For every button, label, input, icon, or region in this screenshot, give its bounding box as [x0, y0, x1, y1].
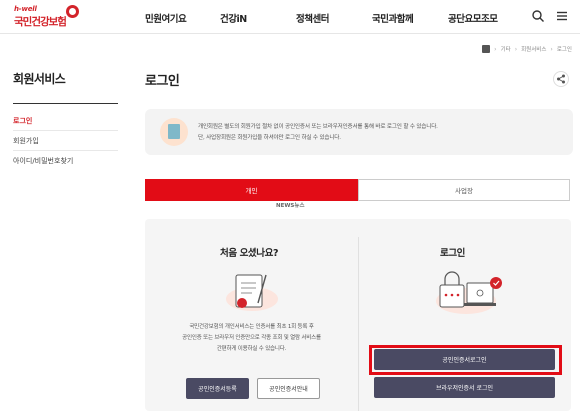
cert-register-button[interactable]: 공인인증서등록	[186, 378, 249, 399]
nav-item-civil[interactable]: 민원여기요	[145, 11, 187, 25]
login-heading: 로그인	[440, 248, 466, 259]
building-icon	[160, 118, 188, 146]
first-visit-desc-1: 국민건강보험의 개인서비스는 인증서를 최초 1회 등록 후	[189, 324, 314, 330]
login-card: 처음 오셨나요? 국민건강보험의 개인서비스는 인증서를 최초 1회 등록 후 …	[145, 219, 571, 411]
sidebar-item-login[interactable]: 로그인	[13, 116, 32, 126]
nav-item-about[interactable]: 공단요모조모	[448, 11, 498, 25]
first-visit-heading: 처음 오셨나요?	[220, 248, 279, 259]
crumb-etc[interactable]: 기타	[501, 45, 511, 53]
sidebar-title: 회원서비스	[13, 72, 66, 86]
crumb-member[interactable]: 회원서비스	[521, 45, 546, 53]
sidebar-divider	[13, 150, 118, 151]
breadcrumb: › 기타 › 회원서비스 › 로그인	[482, 43, 572, 55]
share-icon[interactable]	[553, 71, 569, 87]
page-title: 로그인	[145, 74, 180, 89]
nav-item-together[interactable]: 국민과함께	[372, 11, 414, 25]
browser-cert-login-button[interactable]: 브라우저인증서 로그인	[374, 377, 555, 398]
tab-personal[interactable]: 개인	[145, 179, 358, 201]
certificate-icon	[222, 269, 282, 313]
sidebar-divider	[13, 130, 118, 131]
card-divider	[358, 237, 359, 411]
crumb-separator: ›	[550, 45, 553, 53]
search-icon[interactable]	[531, 9, 545, 23]
nav-item-health[interactable]: 건강iN	[220, 11, 247, 25]
first-visit-desc-3: 간편하게 이용하실 수 있습니다.	[216, 346, 287, 352]
crumb-separator: ›	[494, 45, 497, 53]
highlight-box	[369, 345, 562, 375]
notice-text-2: 단, 사업장회원은 회원가입을 하셔야만 로그인 하실 수 있습니다.	[198, 135, 341, 141]
home-icon[interactable]	[482, 45, 491, 53]
notice-text-1: 개인회원은 별도의 회원가입 절차 없이 공인인증서 또는 브라우저인증서를 통…	[198, 124, 438, 130]
nav-item-policy[interactable]: 정책센터	[296, 11, 329, 25]
sidebar-item-signup[interactable]: 회원가입	[13, 136, 39, 146]
cert-guide-button[interactable]: 공인인증서안내	[257, 378, 320, 399]
site-logo[interactable]: h-well 국민건강보험	[14, 5, 84, 29]
crumb-separator: ›	[514, 45, 518, 53]
sidebar-item-find-account[interactable]: 아이디/비밀번호찾기	[13, 156, 73, 166]
menu-icon[interactable]	[555, 9, 569, 23]
site-header: h-well 국민건강보험 민원여기요 건강iN 정책센터 국민과함께 공단요모…	[0, 0, 580, 34]
logo-mark-icon	[66, 5, 79, 18]
logo-subtext: h-well	[14, 5, 37, 13]
first-visit-desc-2: 공인인증 또는 브라우저 인증만으로 각종 조회 및 열람 서비스를	[182, 335, 321, 341]
logo-name: 국민건강보험	[14, 16, 67, 28]
login-notice: 개인회원은 별도의 회원가입 절차 없이 공인인증서 또는 브라우저인증서를 통…	[145, 109, 573, 155]
sidebar-divider	[13, 103, 118, 104]
tab-business[interactable]: 사업장	[358, 179, 570, 201]
secure-login-icon	[430, 267, 506, 317]
crumb-login[interactable]: 로그인	[557, 45, 572, 53]
news-watermark: NEWS뉴스	[276, 203, 305, 209]
